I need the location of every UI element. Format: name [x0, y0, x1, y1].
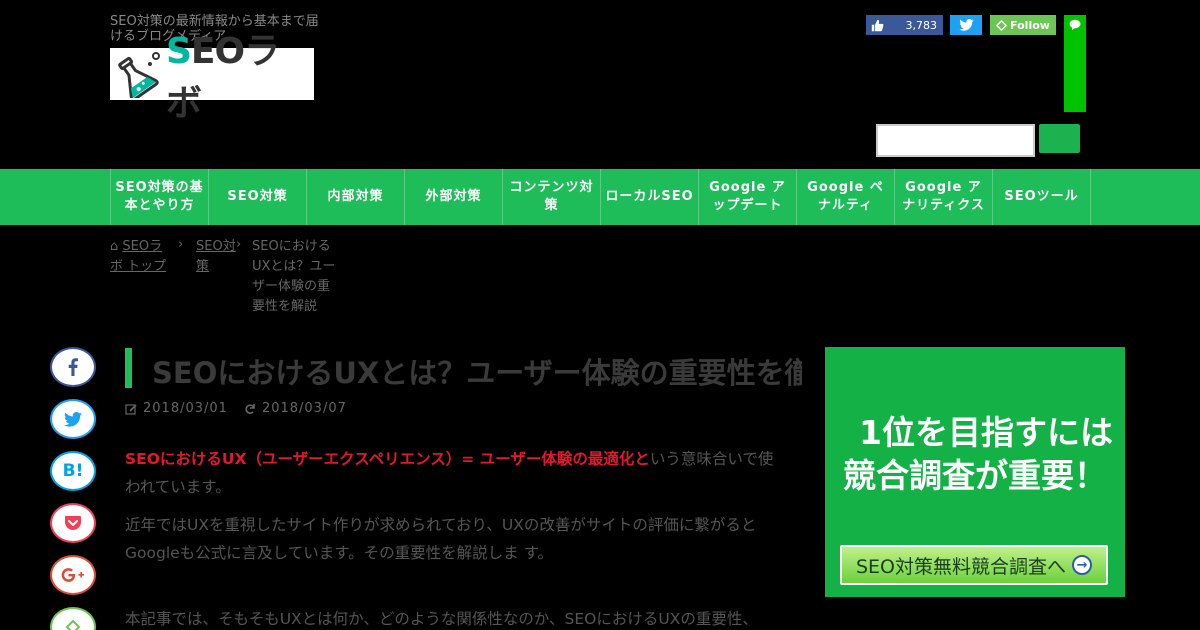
share-hatena-button[interactable]: B! [50, 451, 96, 491]
nav-item-local-seo[interactable]: ローカルSEO [601, 169, 699, 225]
ad-headline: 1位を目指すには 競合調査が重要！ [843, 413, 1113, 495]
pocket-icon [65, 516, 81, 530]
twitter-icon [64, 411, 82, 427]
post-meta: 2018/03/01 2018/03/07 [125, 401, 347, 416]
published-date: 2018/03/01 [125, 401, 228, 416]
chevron-right-icon: › [236, 237, 242, 252]
thumbs-up-icon [871, 19, 884, 31]
ad-cta-button[interactable]: SEO対策無料競合調査へ → [840, 545, 1108, 585]
arrow-right-icon: → [1072, 555, 1093, 575]
ad-cta-label: SEO対策無料競合調査へ [855, 555, 1067, 578]
facebook-like-count: 3,783 [905, 18, 938, 32]
share-twitter-button[interactable] [50, 399, 96, 439]
hatena-icon: B! [62, 461, 84, 481]
line-add-button[interactable] [1064, 15, 1086, 112]
nav-item-seo-basics[interactable]: SEO対策の基本とやり方 [111, 169, 209, 225]
search-button[interactable] [1039, 124, 1080, 153]
google-plus-icon [61, 568, 84, 582]
nav-item-google-update[interactable]: Google アップデート [699, 169, 797, 225]
post-title: SEOにおけるUXとは？ユーザー体験の重要性を徹底解説 [152, 356, 802, 390]
line-icon [1069, 19, 1081, 30]
flask-icon [118, 52, 160, 98]
intro-paragraph: SEOにおけるUX（ユーザーエクスペリエンス）= ユーザー体験の最適化という意味… [125, 445, 785, 501]
nav-item-seo[interactable]: SEO対策 [209, 169, 307, 225]
nav-item-google-analytics[interactable]: Google アナリティクス [895, 169, 993, 225]
search-input[interactable] [876, 124, 1035, 157]
facebook-like-button[interactable]: 3,783 [866, 15, 943, 35]
nav-item-content[interactable]: コンテンツ対策 [503, 169, 601, 225]
nav-item-external[interactable]: 外部対策 [405, 169, 503, 225]
facebook-icon [68, 358, 78, 376]
feedly-follow-button[interactable]: Follow [990, 15, 1056, 35]
global-nav: SEO対策の基本とやり方 SEO対策 内部対策 外部対策 コンテンツ対策 ローカ… [0, 169, 1200, 225]
twitter-follow-button[interactable] [950, 15, 982, 35]
share-google-plus-button[interactable] [50, 555, 96, 595]
breadcrumb-home[interactable]: ⌂ SEOラボ トップ [110, 237, 172, 277]
home-icon: ⌂ [110, 239, 119, 254]
title-accent-bar [125, 348, 132, 388]
nav-item-seo-tools[interactable]: SEOツール [993, 169, 1091, 225]
share-pocket-button[interactable] [50, 503, 96, 543]
feedly-icon [996, 19, 1008, 31]
body-paragraph-2: 本記事では、そもそもUXとは何か、どのような関係性なのか、SEOにおけるUXの重… [125, 610, 758, 628]
updated-date: 2018/03/07 [244, 401, 347, 416]
share-feedly-button[interactable] [50, 607, 96, 630]
chevron-right-icon: › [178, 237, 184, 252]
feedly-follow-label: Follow [1010, 18, 1050, 32]
twitter-icon [958, 19, 974, 31]
refresh-icon [245, 403, 255, 414]
share-facebook-button[interactable] [50, 347, 96, 387]
sidebar-ad-banner[interactable]: 1位を目指すには 競合調査が重要！ SEO対策無料競合調査へ → [825, 347, 1125, 597]
feedly-icon [65, 619, 81, 630]
pencil-icon [125, 403, 137, 415]
breadcrumb-current: SEOにおけるUXとは？ユーザー体験の重要性を解説 [252, 239, 336, 314]
nav-item-internal[interactable]: 内部対策 [307, 169, 405, 225]
site-logo[interactable]: SEOラボ [110, 31, 314, 124]
logo-wordmark: SEOラボ [165, 31, 280, 124]
body-paragraph-1: 近年ではUXを重視したサイト作りが求められており、UXの改善がサイトの評価に繋が… [125, 516, 757, 562]
nav-item-google-penalty[interactable]: Google ペナルティ [797, 169, 895, 225]
intro-emphasis: SEOにおけるUX（ユーザーエクスペリエンス）= ユーザー体験の最適化と [125, 450, 650, 468]
